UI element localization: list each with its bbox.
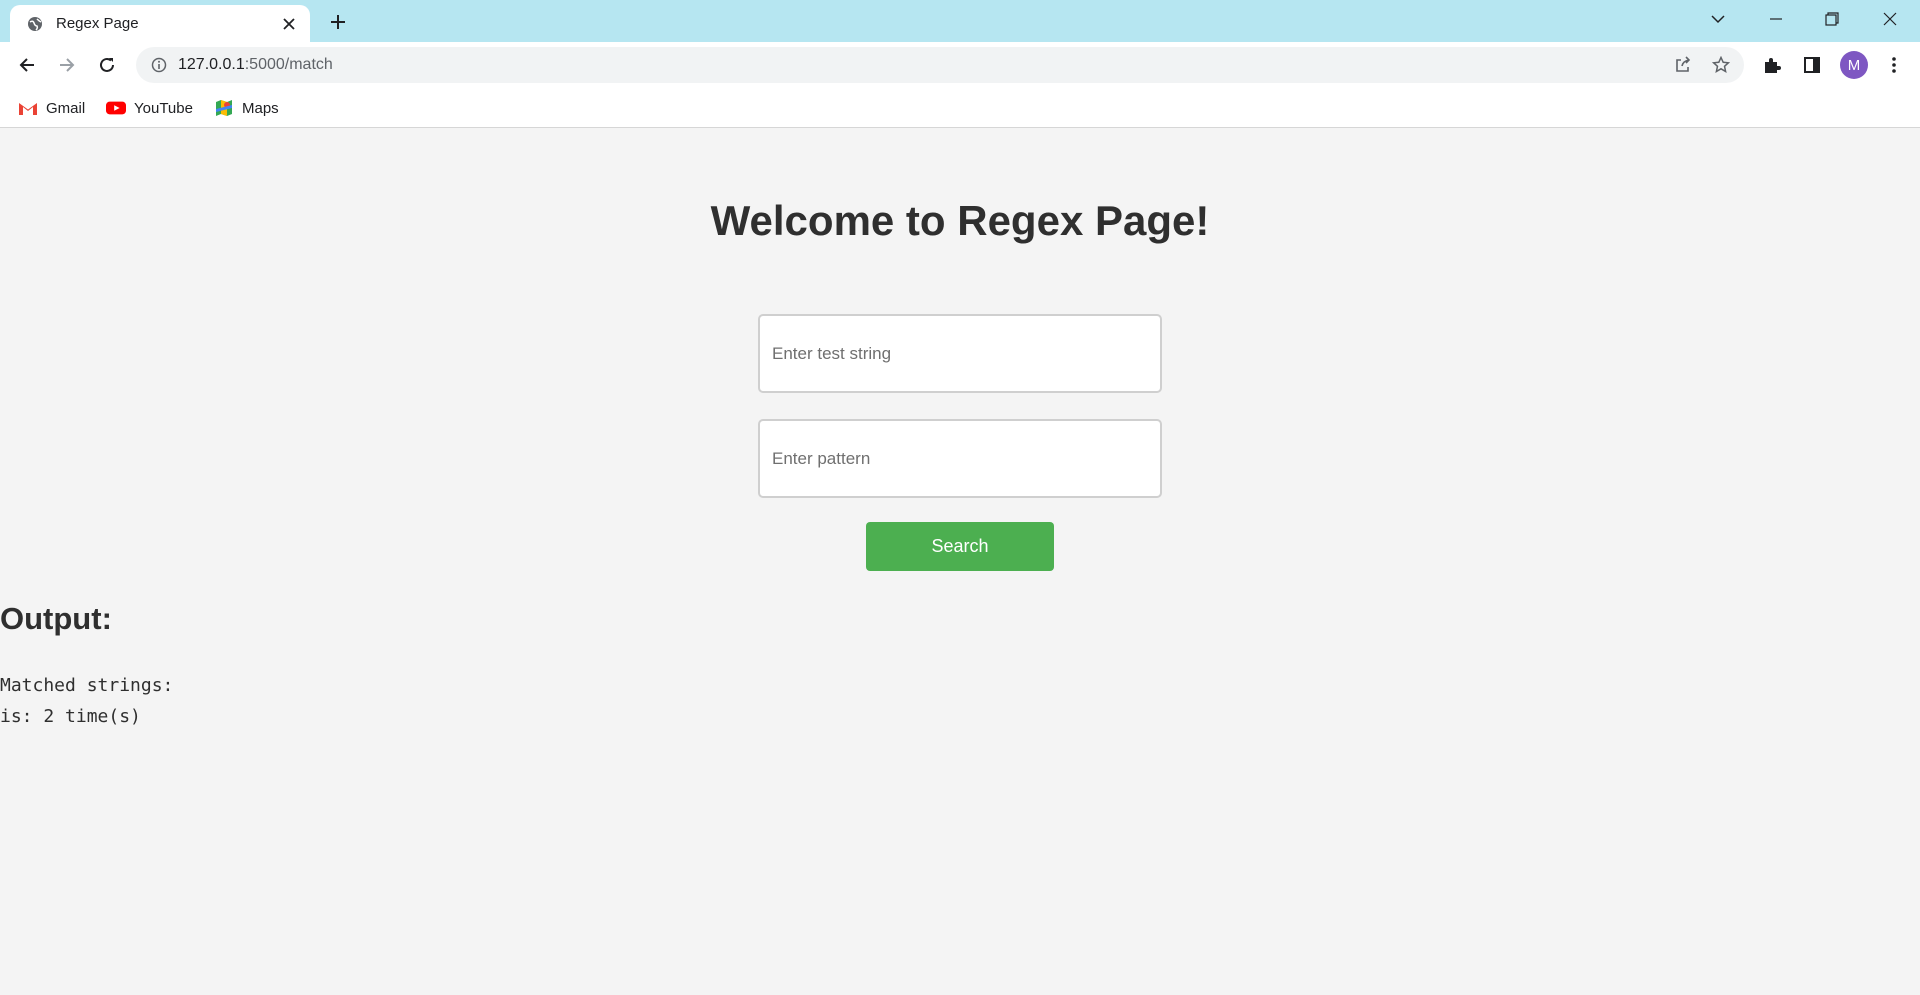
new-tab-button[interactable] xyxy=(324,8,352,36)
reload-icon[interactable] xyxy=(92,50,122,80)
output-heading: Output: xyxy=(0,601,112,636)
bookmark-gmail[interactable]: Gmail xyxy=(18,96,85,120)
gmail-icon xyxy=(18,98,38,118)
tab-strip: Regex Page xyxy=(0,0,1920,42)
tab-title: Regex Page xyxy=(56,15,139,32)
test-string-input[interactable] xyxy=(758,314,1162,393)
share-icon[interactable] xyxy=(1672,54,1694,76)
youtube-icon xyxy=(106,98,126,118)
bookmark-label: Gmail xyxy=(46,99,86,117)
site-info-icon[interactable] xyxy=(150,56,168,74)
bookmark-star-icon[interactable] xyxy=(1710,54,1732,76)
restore-icon[interactable] xyxy=(1810,4,1854,34)
maps-icon xyxy=(214,98,234,118)
globe-icon xyxy=(26,15,44,33)
extensions-puzzle-icon[interactable] xyxy=(1758,51,1786,79)
output-line: is: 2 time(s) xyxy=(0,706,141,727)
search-button[interactable]: Search xyxy=(866,522,1054,571)
tab-search-icon[interactable] xyxy=(1696,4,1740,34)
browser-tab[interactable]: Regex Page xyxy=(10,5,310,42)
bookmark-label: YouTube xyxy=(134,99,193,117)
forward-arrow-icon[interactable] xyxy=(52,50,82,80)
address-bar[interactable]: 127.0.0.1:5000/match xyxy=(136,47,1744,83)
minimize-icon[interactable] xyxy=(1754,4,1798,34)
close-tab-icon[interactable] xyxy=(278,13,300,35)
bookmarks-bar: Gmail YouTube Maps xyxy=(0,88,1920,128)
more-menu-icon[interactable] xyxy=(1880,51,1908,79)
bookmark-label: Maps xyxy=(242,99,279,117)
pattern-input[interactable] xyxy=(758,419,1162,498)
page-title: Welcome to Regex Page! xyxy=(710,197,1210,244)
back-arrow-icon[interactable] xyxy=(12,50,42,80)
url-host: 127.0.0.1 xyxy=(178,56,245,73)
page-content: Welcome to Regex Page! Search Output: Ma… xyxy=(0,129,1920,995)
close-window-icon[interactable] xyxy=(1868,4,1912,34)
bookmark-youtube[interactable]: YouTube xyxy=(106,96,193,120)
browser-toolbar: 127.0.0.1:5000/match M xyxy=(0,42,1920,88)
output-block: Matched strings: is: 2 time(s) xyxy=(0,670,173,732)
output-line: Matched strings: xyxy=(0,675,174,696)
bookmark-maps[interactable]: Maps xyxy=(214,96,279,120)
side-panel-icon[interactable] xyxy=(1798,51,1826,79)
url-text: 127.0.0.1:5000/match xyxy=(178,56,333,74)
profile-avatar[interactable]: M xyxy=(1840,51,1868,79)
url-path: :5000/match xyxy=(244,56,333,73)
